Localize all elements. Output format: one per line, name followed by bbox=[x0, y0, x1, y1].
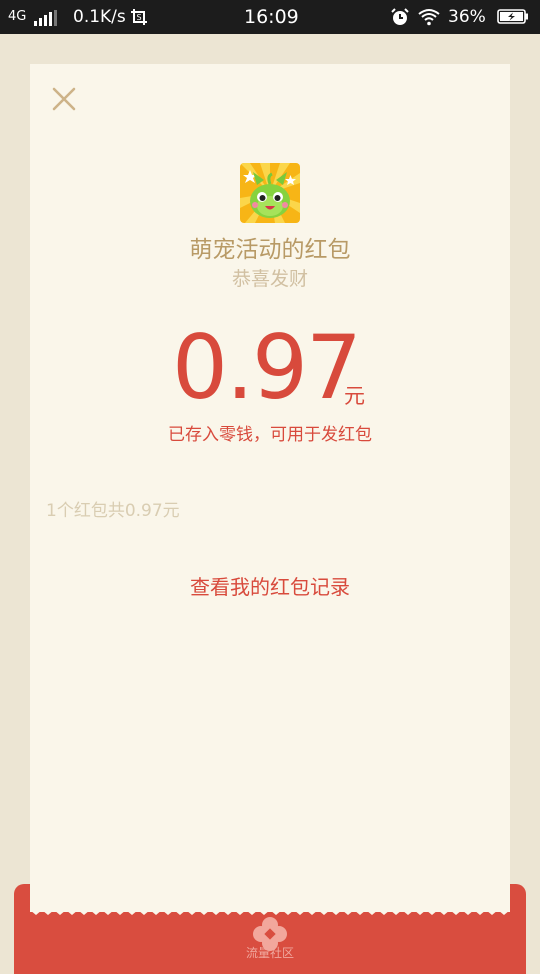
battery-percent: 36% bbox=[448, 7, 486, 27]
greeting-message: 恭喜发财 bbox=[231, 268, 308, 290]
network-speed: 0.1K/s bbox=[73, 7, 126, 27]
screenshot-icon: S bbox=[131, 9, 147, 25]
paper-zigzag-edge bbox=[30, 906, 510, 915]
svg-text:S: S bbox=[137, 13, 142, 22]
alarm-icon bbox=[391, 8, 409, 25]
status-bar: 4G 0.1K/s S 16:09 36% bbox=[0, 0, 540, 34]
view-records-link[interactable]: 查看我的红包记录 bbox=[0, 571, 540, 600]
network-type: 4G bbox=[8, 9, 27, 24]
battery-charging-icon bbox=[497, 9, 528, 24]
emblem-text: 流量社区 bbox=[245, 946, 294, 960]
wifi-icon bbox=[418, 9, 440, 26]
received-amount: 0.97 bbox=[172, 316, 362, 419]
close-icon[interactable] bbox=[50, 85, 78, 113]
deposit-note: 已存入零钱，可用于发红包 bbox=[168, 425, 372, 445]
amount-unit: 元 bbox=[344, 384, 365, 408]
sender-name: 萌宠活动的红包 bbox=[189, 237, 351, 263]
pet-avatar bbox=[240, 163, 300, 223]
clock-time: 16:09 bbox=[244, 6, 299, 28]
packet-summary: 1个红包共0.97元 bbox=[46, 501, 180, 521]
